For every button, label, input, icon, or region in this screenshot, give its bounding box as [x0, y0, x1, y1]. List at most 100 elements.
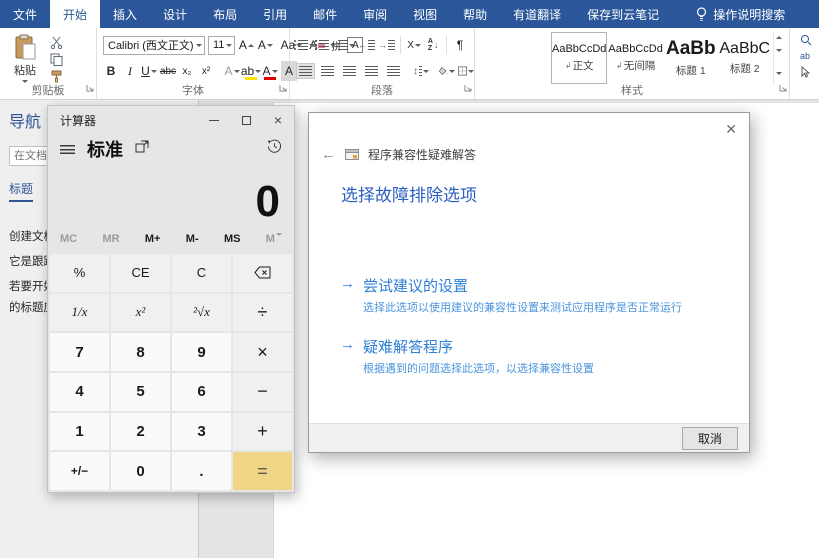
memory-flyout-button[interactable]: M	[266, 233, 282, 245]
font-color-button[interactable]: A	[262, 61, 278, 81]
close-button[interactable]: ×	[262, 106, 294, 134]
clipboard-dialog-launcher[interactable]	[86, 79, 94, 97]
key-9[interactable]: 9	[172, 333, 231, 371]
key-5[interactable]: 5	[111, 373, 170, 411]
maximize-button[interactable]	[230, 106, 262, 134]
menu-hamburger-icon[interactable]	[60, 145, 75, 154]
cut-button[interactable]	[46, 35, 66, 49]
style-card-no-spacing[interactable]: AaBbCcDd ↲无间隔	[607, 32, 663, 84]
key-square[interactable]: x²	[111, 294, 170, 332]
borders-button[interactable]	[458, 61, 474, 81]
distribute-button[interactable]	[384, 63, 403, 79]
key-subtract[interactable]: −	[233, 373, 292, 411]
style-card-normal[interactable]: AaBbCcDd ↲正文	[551, 32, 607, 84]
style-card-heading1[interactable]: AaBb 标题 1	[664, 32, 718, 84]
align-center-button[interactable]	[318, 63, 337, 79]
line-spacing-button[interactable]: ↕	[413, 61, 429, 81]
bullets-button[interactable]	[296, 35, 314, 55]
gallery-more-icon[interactable]	[776, 62, 782, 80]
justify-button[interactable]	[362, 63, 381, 79]
memory-add-button[interactable]: M+	[145, 233, 161, 245]
key-3[interactable]: 3	[172, 413, 231, 451]
dialog-close-button[interactable]: ✕	[725, 122, 737, 136]
key-0[interactable]: 0	[111, 452, 170, 490]
text-highlight-button[interactable]: ab	[243, 61, 259, 81]
tab-design[interactable]: 设计	[150, 0, 200, 28]
find-button[interactable]	[800, 34, 815, 46]
memory-subtract-button[interactable]: M-	[186, 233, 199, 245]
key-clear[interactable]: C	[172, 254, 231, 292]
key-7[interactable]: 7	[50, 333, 109, 371]
font-name-combo[interactable]: Calibri (西文正文)	[103, 36, 205, 55]
key-reciprocal[interactable]: 1/x	[50, 294, 109, 332]
subscript-button[interactable]: x₂	[179, 61, 195, 81]
tab-layout[interactable]: 布局	[200, 0, 250, 28]
tab-references[interactable]: 引用	[250, 0, 300, 28]
nav-tab-headings[interactable]: 标题	[9, 180, 33, 202]
numbering-button[interactable]	[317, 35, 335, 55]
key-2[interactable]: 2	[111, 413, 170, 451]
replace-button[interactable]: ab	[800, 51, 815, 61]
key-equals[interactable]: =	[233, 452, 292, 490]
shrink-font-button[interactable]: A	[257, 35, 273, 55]
memory-store-button[interactable]: MS	[224, 233, 241, 245]
key-divide[interactable]: ÷	[233, 294, 292, 332]
key-decimal[interactable]: .	[172, 452, 231, 490]
memory-recall-button[interactable]: MR	[102, 233, 119, 245]
text-effects-button[interactable]: A	[224, 61, 240, 81]
gallery-up-icon[interactable]	[776, 36, 782, 39]
italic-button[interactable]: I	[122, 61, 138, 81]
styles-dialog-launcher[interactable]	[779, 79, 787, 97]
option-try-recommended-settings[interactable]: → 尝试建议的设置 选择此选项以使用建议的兼容性设置来测试应用程序是否正常运行	[340, 275, 729, 315]
gallery-down-icon[interactable]	[776, 49, 782, 52]
key-6[interactable]: 6	[172, 373, 231, 411]
paragraph-dialog-launcher[interactable]	[464, 79, 472, 97]
select-button[interactable]	[800, 66, 815, 78]
decrease-indent-button[interactable]: ←	[358, 35, 375, 55]
show-hide-marks-button[interactable]: ¶	[452, 35, 468, 55]
memory-clear-button[interactable]: MC	[60, 233, 77, 245]
paste-button[interactable]: 粘贴	[4, 32, 46, 83]
styles-gallery-scrollbar[interactable]	[773, 32, 785, 84]
tab-help[interactable]: 帮助	[450, 0, 500, 28]
key-8[interactable]: 8	[111, 333, 170, 371]
key-add[interactable]: +	[233, 413, 292, 451]
history-button[interactable]	[267, 139, 282, 159]
superscript-button[interactable]: x²	[198, 61, 214, 81]
sort-button[interactable]: AZ↓	[425, 35, 441, 55]
key-backspace[interactable]	[233, 254, 292, 292]
tab-mailings[interactable]: 邮件	[300, 0, 350, 28]
align-left-button[interactable]	[296, 63, 315, 79]
tab-view[interactable]: 视图	[400, 0, 450, 28]
cancel-button[interactable]: 取消	[682, 427, 738, 450]
key-square-root[interactable]: ²√x	[172, 294, 231, 332]
keep-on-top-button[interactable]	[135, 140, 149, 158]
align-right-button[interactable]	[340, 63, 359, 79]
tab-save-to-cloud-notes[interactable]: 保存到云笔记	[574, 0, 672, 28]
tab-youdao-translate[interactable]: 有道翻译	[500, 0, 574, 28]
calculator-titlebar[interactable]: 计算器 ×	[48, 106, 294, 134]
asian-layout-button[interactable]: X	[406, 35, 422, 55]
key-clear-entry[interactable]: CE	[111, 254, 170, 292]
key-4[interactable]: 4	[50, 373, 109, 411]
tab-file[interactable]: 文件	[0, 0, 50, 28]
key-1[interactable]: 1	[50, 413, 109, 451]
font-size-combo[interactable]: 11	[208, 36, 235, 55]
dialog-back-button[interactable]: ←	[321, 147, 336, 162]
option-troubleshoot-program[interactable]: → 疑难解答程序 根据遇到的问题选择此选项，以选择兼容性设置	[340, 336, 729, 376]
bold-button[interactable]: B	[103, 61, 119, 81]
multilevel-list-button[interactable]	[338, 35, 355, 55]
tab-review[interactable]: 审阅	[350, 0, 400, 28]
shading-button[interactable]	[439, 61, 455, 81]
tab-home[interactable]: 开始	[50, 0, 100, 28]
key-percent[interactable]: %	[50, 254, 109, 292]
underline-button[interactable]: U	[141, 61, 157, 81]
increase-indent-button[interactable]: →	[378, 35, 395, 55]
tell-me-search[interactable]: 操作说明搜索	[686, 0, 795, 28]
format-painter-button[interactable]	[46, 69, 66, 83]
minimize-button[interactable]	[198, 106, 230, 134]
strikethrough-button[interactable]: abc	[160, 61, 176, 81]
grow-font-button[interactable]: A	[238, 35, 254, 55]
style-card-heading2[interactable]: AaBbC 标题 2	[718, 32, 772, 84]
copy-button[interactable]	[46, 52, 66, 66]
